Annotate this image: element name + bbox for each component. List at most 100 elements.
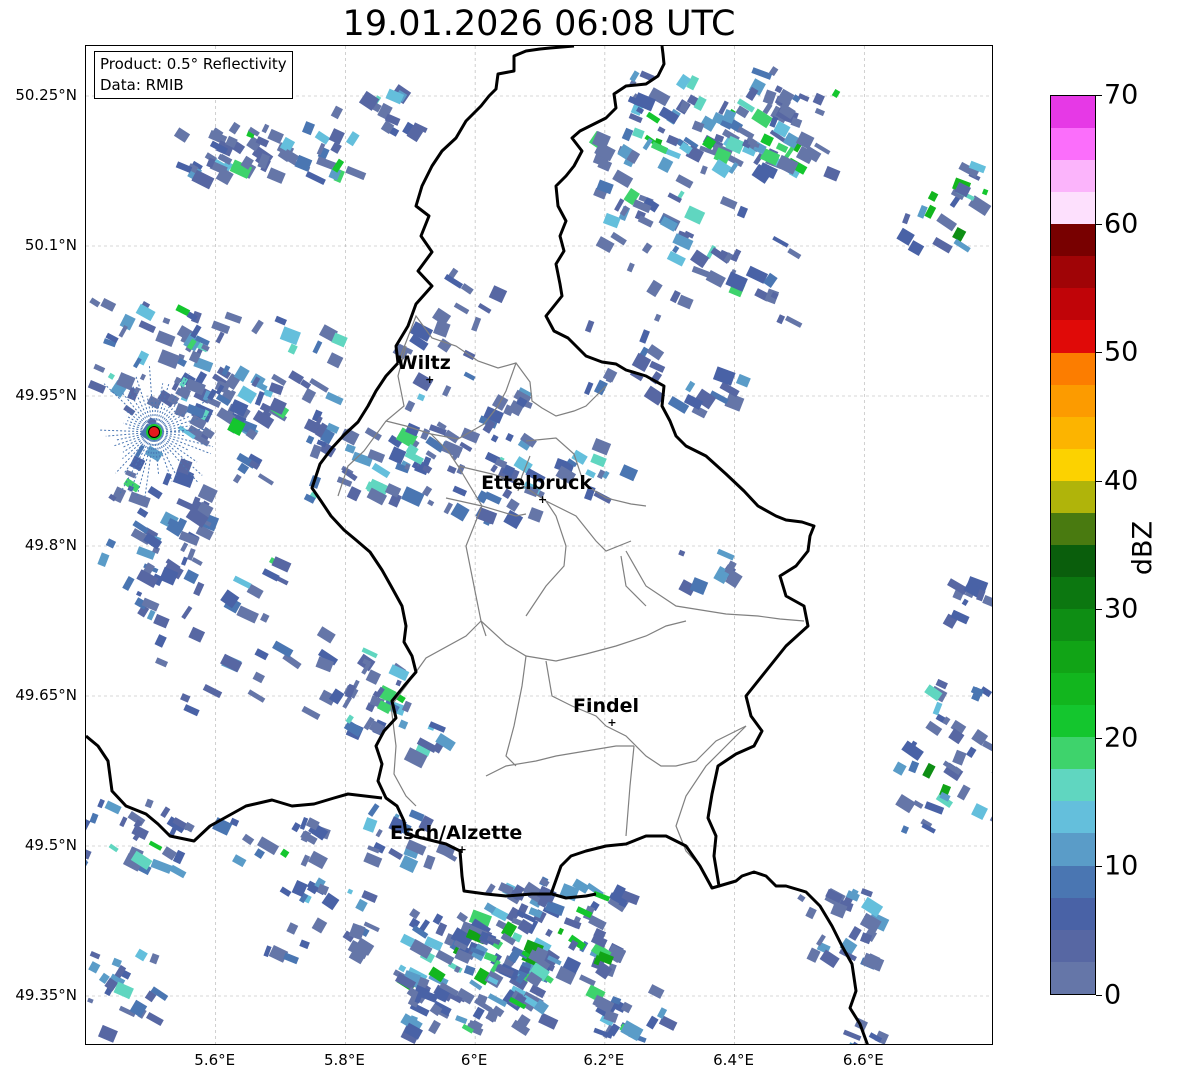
echo-cell: [641, 242, 653, 254]
city-marker: +: [538, 493, 547, 506]
echo-cell: [147, 486, 163, 500]
echo-cell: [505, 433, 514, 442]
echo-cell: [848, 925, 862, 941]
lat-tick-label: 49.35°N: [15, 986, 77, 1004]
echo-cell: [97, 798, 105, 809]
colorbar-tick-mark: [1096, 95, 1102, 96]
echo-cell: [274, 315, 288, 326]
echo-cell: [173, 127, 191, 143]
echo-cell: [912, 799, 924, 809]
echo-cell: [191, 557, 203, 566]
echo-cell: [261, 123, 270, 134]
echo-cell: [282, 653, 302, 670]
echo-cell: [725, 271, 748, 292]
echo-cell: [408, 809, 425, 822]
echo-cell: [678, 549, 686, 557]
echo-cell: [966, 746, 977, 758]
echo-cell: [657, 156, 674, 174]
city-markers: +Wiltz+Ettelbruck+Findel+Esch/Alzette: [390, 352, 639, 856]
echo-cell: [666, 250, 686, 267]
echo-cell: [860, 888, 873, 898]
echo-cell: [299, 939, 310, 950]
echo-cell: [432, 307, 452, 326]
echo-cell: [483, 952, 498, 963]
colorbar-tick-mark: [1096, 609, 1102, 611]
echo-cell: [367, 803, 380, 817]
echo-cell: [154, 634, 167, 648]
echo-cell: [527, 507, 544, 523]
echo-cell: [180, 542, 189, 553]
echo-cell: [404, 400, 416, 413]
echo-cell: [365, 669, 382, 685]
colorbar-segment: [1051, 224, 1095, 257]
echo-cell: [260, 612, 270, 623]
colorbar-segment: [1051, 801, 1095, 834]
echo-cell: [924, 801, 945, 815]
echo-cell: [639, 329, 650, 344]
city-label: Wiltz: [397, 352, 451, 374]
echo-cell: [677, 294, 694, 310]
echo-cell: [266, 167, 286, 184]
colorbar-tick-mark: [1096, 737, 1102, 739]
lat-tick-label: 50.25°N: [15, 86, 77, 104]
echo-cell: [345, 131, 360, 147]
colorbar-segment: [1051, 320, 1095, 353]
echo-cell: [257, 473, 274, 486]
colorbar-tick-label: 0: [1104, 979, 1122, 1011]
echo-cell: [751, 67, 773, 80]
echo-cell: [657, 126, 666, 134]
echo-cell: [435, 949, 455, 966]
echo-cell: [961, 598, 969, 606]
echo-cell: [398, 719, 409, 730]
echo-cell: [228, 121, 241, 135]
echo-cell: [814, 107, 825, 117]
echo-cell: [371, 462, 391, 479]
echo-cell: [155, 657, 169, 668]
echo-cell: [272, 640, 294, 658]
echo-cell: [691, 265, 711, 278]
echo-cell: [936, 213, 958, 232]
echo-cell: [157, 349, 181, 369]
echo-cell: [819, 949, 840, 969]
echo-cell: [711, 158, 732, 179]
echo-cell: [452, 485, 468, 497]
echo-cell: [181, 605, 193, 620]
echo-cell: [160, 806, 171, 818]
radar-map[interactable]: + Wiltz + Ettelbruck + Findel + Esch/Alzette: [85, 45, 993, 1045]
echo-cell: [395, 679, 402, 687]
colorbar: [1050, 95, 1096, 995]
echo-cell: [488, 285, 508, 304]
colorbar-tick-label: 30: [1104, 593, 1139, 625]
colorbar-segment: [1051, 128, 1095, 161]
echo-cell: [927, 190, 939, 202]
echo-cell: [122, 575, 135, 591]
echo-cell: [261, 568, 280, 582]
echo-cell: [309, 444, 323, 460]
city-marker: +: [425, 373, 434, 386]
echo-cell: [174, 402, 189, 418]
echo-cell: [252, 671, 265, 684]
echo-cell: [150, 858, 173, 874]
echo-cell: [812, 92, 825, 106]
echo-cell: [139, 373, 147, 381]
echo-cell: [97, 1024, 118, 1043]
map-canvas: +Wiltz+Ettelbruck+Findel+Esch/Alzette: [86, 46, 992, 1044]
colorbar-segment: [1051, 705, 1095, 738]
echo-cell: [602, 212, 621, 229]
echo-cell: [279, 326, 301, 346]
echo-cell: [463, 371, 476, 381]
echo-cell: [631, 352, 652, 372]
echo-cell: [280, 848, 290, 858]
echo-cell: [735, 373, 751, 388]
echo-cell: [100, 298, 117, 312]
echo-cell: [136, 546, 156, 560]
echo-cell: [347, 888, 354, 895]
echo-cell: [236, 605, 259, 624]
echo-cell: [346, 486, 362, 502]
reflectivity-echoes: [86, 66, 992, 1044]
radar-site-marker: [148, 426, 161, 438]
echo-cell: [690, 249, 710, 269]
colorbar-tick-mark: [1096, 223, 1102, 225]
echo-cell: [989, 810, 992, 826]
product-info-box: Product: 0.5° Reflectivity Data: RMIB: [94, 51, 293, 99]
